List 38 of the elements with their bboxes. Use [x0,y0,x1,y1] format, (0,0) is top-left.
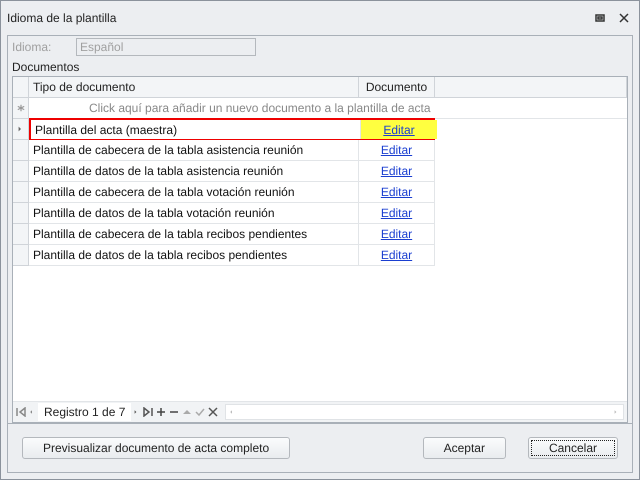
table-cell: Plantilla de cabecera de la tabla asistencia reunión [29,140,359,161]
table-cell: Plantilla de datos de la tabla votación reunión [29,203,359,224]
last-page-icon[interactable] [143,407,154,417]
edit-link[interactable]: Editar [380,206,412,220]
check-icon[interactable] [195,407,206,417]
column-header[interactable]: Tipo de documento [29,77,359,98]
table-cell: Plantilla de datos de la tabla asistencia reunión [29,161,359,182]
add-icon[interactable] [156,407,166,417]
row-indicator[interactable] [13,161,29,182]
row-indicator[interactable] [13,245,29,266]
edit-link[interactable]: Editar [380,227,412,241]
edit-link[interactable]: Editar [380,248,412,262]
row-indicator[interactable] [13,203,29,224]
asterisk-icon [16,103,24,113]
window-title: Idioma de la plantilla [7,11,118,25]
row-indicator[interactable] [13,182,29,203]
documentos-label: Documentos [12,60,80,74]
table-cell: Plantilla de cabecera de la tabla recibos pendientes [29,224,359,245]
dialog-button[interactable]: Previsualizar documento de acta completo [22,437,290,459]
restore-icon[interactable] [595,13,605,23]
new-row-prompt[interactable]: Click aquí para añadir un nuevo documento a la plantilla de acta [29,98,627,119]
dialog-button[interactable]: Cancelar [528,437,618,459]
close-icon[interactable] [619,13,629,23]
idioma-label: Idioma: [12,40,52,54]
current-row-icon[interactable] [18,124,24,134]
dialog-button[interactable]: Aceptar [422,437,506,459]
edit-link[interactable]: Editar [383,122,415,136]
row-indicator[interactable] [13,224,29,245]
edit-link[interactable]: Editar [380,164,412,178]
column-header[interactable]: Documento [359,77,435,98]
cancel-icon[interactable] [208,407,218,417]
edit-link[interactable]: Editar [380,185,412,199]
row-indicator[interactable] [13,140,29,161]
edit-link[interactable]: Editar [380,143,412,157]
first-page-icon[interactable] [16,407,26,417]
table-cell: Plantilla de datos de la tabla recibos pendientes [29,245,359,266]
record-counter: Registro 1 de 7 [38,403,132,421]
table-cell: Plantilla de cabecera de la tabla votación reunión [29,182,359,203]
